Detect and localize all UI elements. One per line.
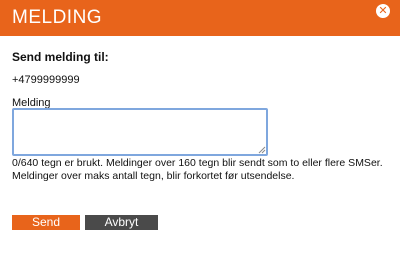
dialog-title: MELDING: [12, 7, 103, 28]
send-button[interactable]: Send: [12, 215, 80, 230]
character-count-text: 0/640 tegn er brukt. Meldinger over 160 …: [12, 157, 383, 169]
character-info: 0/640 tegn er brukt. Meldinger over 160 …: [12, 157, 392, 183]
truncation-note: Meldinger over maks antall tegn, blir fo…: [12, 170, 295, 182]
message-textarea[interactable]: [12, 108, 268, 156]
dialog-header: MELDING ✕: [0, 0, 400, 36]
cancel-button[interactable]: Avbryt: [85, 215, 158, 230]
recipient-number: +4799999999: [12, 74, 80, 86]
resize-grip-icon[interactable]: [258, 146, 266, 154]
recipient-heading: Send melding til:: [12, 50, 109, 64]
close-button[interactable]: ✕: [376, 4, 390, 18]
close-icon: ✕: [378, 4, 388, 17]
